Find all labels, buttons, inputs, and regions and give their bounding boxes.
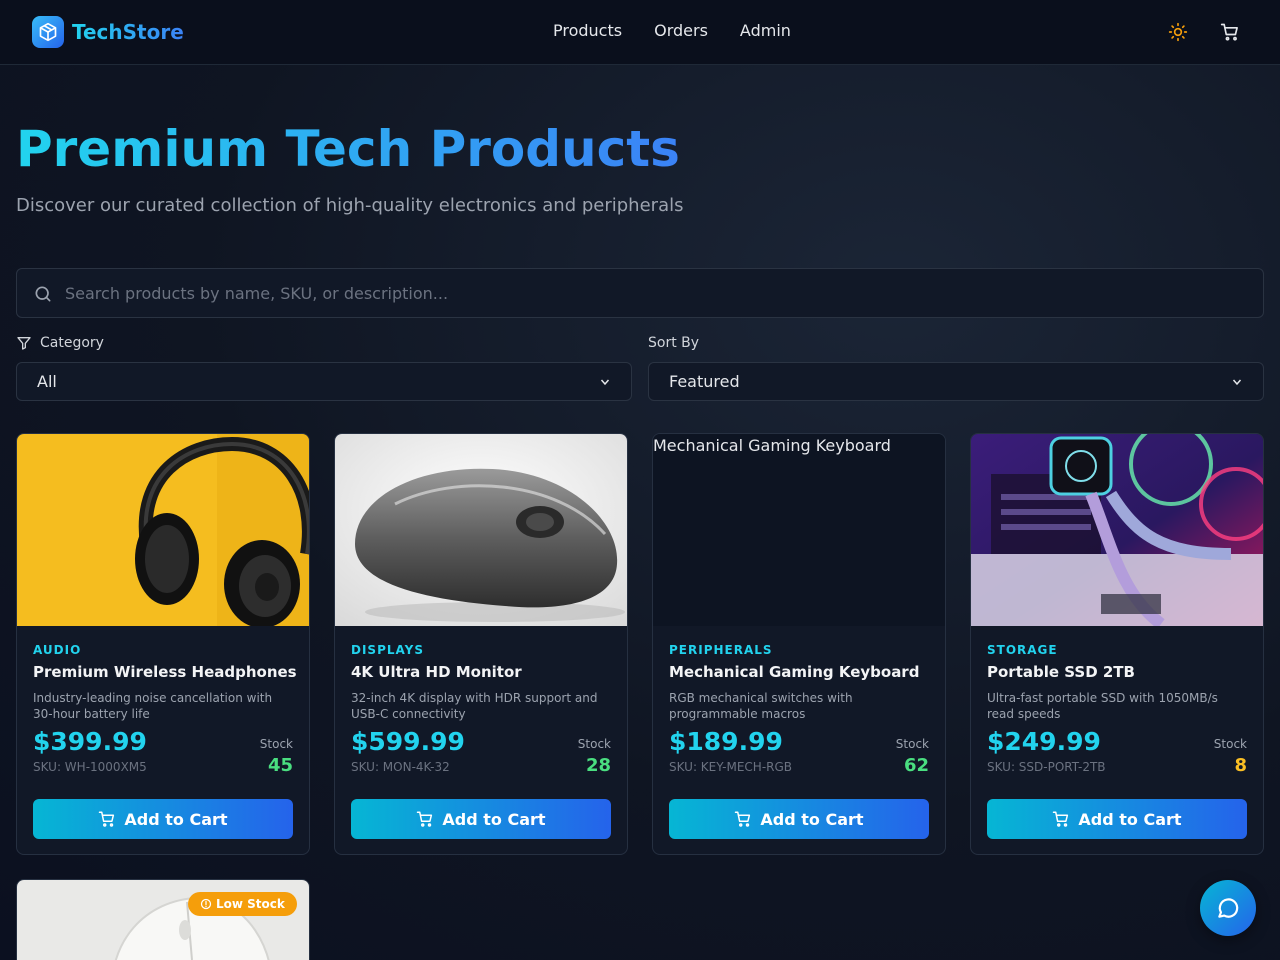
product-image-keyboard[interactable]: Mechanical Gaming Keyboard [653,434,945,626]
chevron-down-icon [1232,379,1242,385]
product-name[interactable]: Mechanical Gaming Keyboard [669,663,919,681]
add-to-cart-label: Add to Cart [124,809,228,829]
chat-bubble-icon [1218,898,1239,918]
product-description: RGB mechanical switches with programmabl… [669,691,853,721]
stock-label: Stock [577,737,611,751]
chevron-down-icon [600,379,610,385]
product-card: Low Stock [16,879,310,960]
product-card: Mechanical Gaming Keyboard PERIPHERALS M… [652,433,946,855]
category-label: Category [16,335,104,351]
product-name[interactable]: Portable SSD 2TB [987,663,1135,681]
nav-links: Products Orders Admin [553,21,791,40]
product-price: $249.99 [987,727,1101,756]
product-price: $599.99 [351,727,465,756]
sort-label-text: Sort By [648,335,700,351]
broken-image-alt-text: Mechanical Gaming Keyboard [653,436,891,455]
brand-name: TechStore [72,20,184,44]
theme-toggle-button[interactable] [1166,20,1190,44]
cart-icon [417,811,433,827]
product-sku: SKU: MON-4K-32 [351,760,450,774]
alert-circle-icon [200,898,212,910]
stock-label: Stock [895,737,929,751]
product-category: AUDIO [33,643,82,657]
product-card: STORAGE Portable SSD 2TB Ultra-fast port… [970,433,1264,855]
nav-link-orders[interactable]: Orders [654,21,708,40]
sort-select-value: Featured [669,372,740,391]
stock-label: Stock [1213,737,1247,751]
product-category: PERIPHERALS [669,643,773,657]
stock-count: 28 [585,755,611,776]
product-price: $399.99 [33,727,147,756]
category-select-value: All [37,372,57,391]
category-label-text: Category [40,335,104,351]
add-to-cart-label: Add to Cart [760,809,864,829]
nav-link-products[interactable]: Products [553,21,622,40]
search-input[interactable] [65,269,1245,317]
cart-button[interactable] [1218,20,1242,44]
filter-icon [17,337,31,350]
cart-icon [99,811,115,827]
sun-icon [1168,22,1188,42]
cart-icon [1053,811,1069,827]
cart-icon [735,811,751,827]
product-name[interactable]: 4K Ultra HD Monitor [351,663,522,681]
product-description: 32-inch 4K display with HDR support and … [351,691,598,721]
add-to-cart-button[interactable]: Add to Cart [669,799,929,839]
product-name[interactable]: Premium Wireless Headphones [33,663,297,681]
add-to-cart-label: Add to Cart [442,809,546,829]
cart-icon [1220,23,1238,41]
product-sku: SKU: WH-1000XM5 [33,760,147,774]
add-to-cart-button[interactable]: Add to Cart [351,799,611,839]
product-image-headphones[interactable] [17,434,309,626]
product-sku: SKU: SSD-PORT-2TB [987,760,1106,774]
product-image-monitor[interactable] [335,434,627,626]
product-card: DISPLAYS 4K Ultra HD Monitor 32-inch 4K … [334,433,628,855]
sort-label: Sort By [648,335,699,351]
box-logo-icon [32,16,64,48]
add-to-cart-label: Add to Cart [1078,809,1182,829]
low-stock-badge: Low Stock [188,892,297,916]
product-description: Industry-leading noise cancellation with… [33,691,273,721]
low-stock-badge-label: Low Stock [216,897,285,911]
product-category: STORAGE [987,643,1058,657]
page-title: Premium Tech Products [16,120,680,178]
page-subtitle: Discover our curated collection of high-… [16,195,684,216]
stock-count: 45 [267,755,293,776]
product-price: $189.99 [669,727,783,756]
search-icon [33,284,53,308]
stock-count: 8 [1234,755,1247,776]
product-card: AUDIO Premium Wireless Headphones Indust… [16,433,310,855]
product-category: DISPLAYS [351,643,424,657]
stock-count: 62 [903,755,929,776]
product-description: Ultra-fast portable SSD with 1050MB/s re… [987,691,1218,721]
chat-button[interactable] [1200,880,1256,936]
add-to-cart-button[interactable]: Add to Cart [987,799,1247,839]
sort-select[interactable]: Featured [648,362,1264,401]
brand[interactable]: TechStore [32,16,184,48]
nav-link-admin[interactable]: Admin [740,21,791,40]
product-image-ssd[interactable] [971,434,1263,626]
add-to-cart-button[interactable]: Add to Cart [33,799,293,839]
category-select[interactable]: All [16,362,632,401]
top-navbar: TechStore Products Orders Admin [0,0,1280,65]
stock-label: Stock [259,737,293,751]
product-sku: SKU: KEY-MECH-RGB [669,760,793,774]
search-bar [16,268,1264,318]
